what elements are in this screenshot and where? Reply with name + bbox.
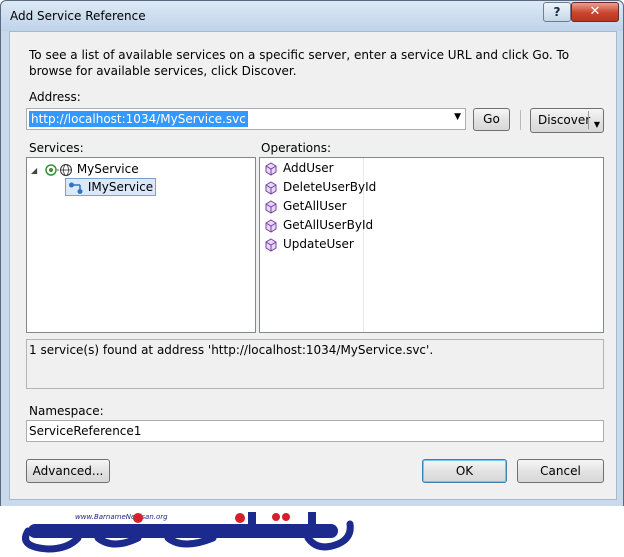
instructions-text: To see a list of available services on a… <box>29 48 570 78</box>
list-item[interactable]: UpdateUser <box>265 235 354 254</box>
namespace-label: Namespace: <box>29 404 104 418</box>
title-bar: Add Service Reference ? ✕ <box>1 1 623 31</box>
dialog-content: To see a list of available services on a… <box>9 31 617 500</box>
close-button[interactable]: ✕ <box>571 2 619 22</box>
operations-label: Operations: <box>261 141 332 155</box>
operation-label: GetAllUser <box>283 199 347 213</box>
status-panel: 1 service(s) found at address 'http://lo… <box>26 339 604 389</box>
toolbar-separator <box>520 110 521 130</box>
split-divider <box>588 111 589 129</box>
address-combo[interactable]: http://localhost:1034/MyService.svc ▼ <box>26 108 466 130</box>
window-title: Add Service Reference <box>10 9 146 23</box>
discover-button-label: Discover <box>538 113 591 127</box>
tree-node-label: MyService <box>76 162 139 176</box>
tree-node-myservice[interactable]: ◢ MyService <box>31 160 139 178</box>
operation-label: AddUser <box>283 161 334 175</box>
list-item[interactable]: GetAllUser <box>265 197 347 216</box>
operation-label: UpdateUser <box>283 237 354 251</box>
add-service-reference-dialog: Add Service Reference ? ✕ To see a list … <box>0 0 624 507</box>
ok-button-label: OK <box>455 464 474 478</box>
namespace-input[interactable]: ServiceReference1 <box>26 420 604 442</box>
operation-cube-icon <box>265 180 277 195</box>
discover-split-button[interactable]: Discover ▼ <box>530 108 604 133</box>
operation-label: DeleteUserById <box>283 180 377 194</box>
list-item[interactable]: AddUser <box>265 159 334 178</box>
tree-node-label: IMyService <box>87 180 154 194</box>
cancel-button-label: Cancel <box>540 464 581 478</box>
ok-button[interactable]: OK <box>422 459 507 483</box>
cancel-button[interactable]: Cancel <box>517 459 604 483</box>
advanced-button[interactable]: Advanced... <box>26 459 110 483</box>
chevron-down-icon[interactable]: ▼ <box>454 112 461 122</box>
watermark-logo <box>22 512 354 553</box>
address-label: Address: <box>29 90 81 104</box>
status-text: 1 service(s) found at address 'http://lo… <box>29 343 434 357</box>
expand-triangle-icon[interactable]: ◢ <box>31 166 37 175</box>
chevron-down-icon[interactable]: ▼ <box>594 113 600 136</box>
address-input[interactable]: http://localhost:1034/MyService.svc <box>29 111 248 127</box>
service-globe-icon <box>45 163 72 176</box>
services-tree[interactable]: ◢ MyService IMyService <box>26 157 256 333</box>
operation-cube-icon <box>265 237 277 252</box>
operation-cube-icon <box>265 199 277 214</box>
list-item[interactable]: GetAllUserById <box>265 216 373 235</box>
operations-list[interactable]: AddUser DeleteUserById GetAllUser GetAll… <box>259 157 604 333</box>
list-item[interactable]: DeleteUserById <box>265 178 376 197</box>
go-button[interactable]: Go <box>473 108 510 131</box>
tree-node-imyservice[interactable]: IMyService <box>65 178 157 196</box>
go-button-label: Go <box>483 112 500 126</box>
interface-icon <box>69 182 83 194</box>
help-button[interactable]: ? <box>543 2 571 22</box>
operation-cube-icon <box>265 161 277 176</box>
services-label: Services: <box>29 141 84 155</box>
advanced-button-label: Advanced... <box>32 464 104 478</box>
operation-label: GetAllUserById <box>283 218 374 232</box>
operation-cube-icon <box>265 218 277 233</box>
watermark-area: www.BarnameNevisan.org <box>0 506 624 557</box>
